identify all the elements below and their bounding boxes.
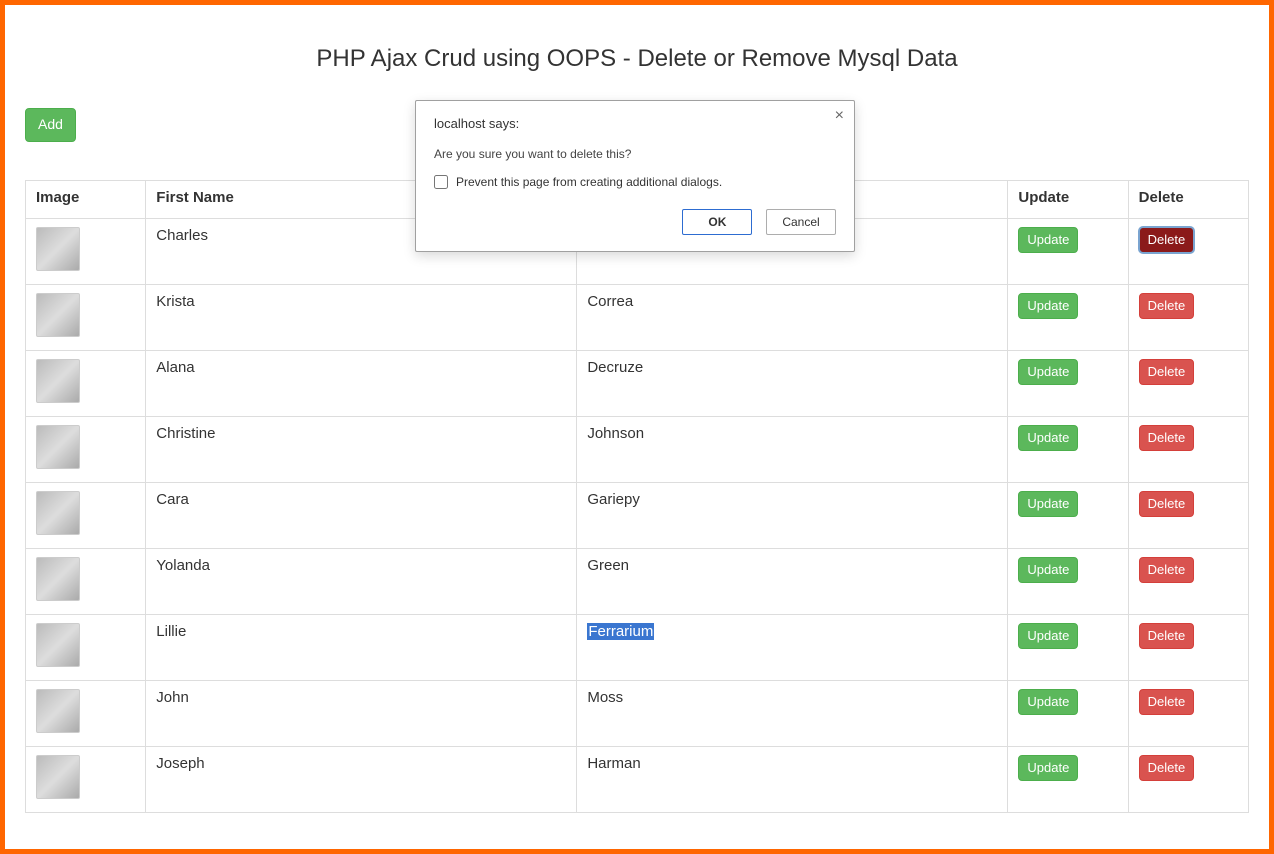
avatar xyxy=(36,755,80,799)
first-name-cell: Joseph xyxy=(146,746,577,812)
last-name-cell: Decruze xyxy=(577,350,1008,416)
avatar xyxy=(36,689,80,733)
table-row: AlanaDecruze Update Delete xyxy=(26,350,1249,416)
last-name-cell: Gariepy xyxy=(577,482,1008,548)
first-name-cell: Cara xyxy=(146,482,577,548)
col-header-update: Update xyxy=(1008,180,1128,218)
update-button[interactable]: Update xyxy=(1018,227,1078,253)
update-button[interactable]: Update xyxy=(1018,425,1078,451)
selected-text: Ferrarium xyxy=(587,623,654,640)
table-row: CaraGariepy Update Delete xyxy=(26,482,1249,548)
ok-button[interactable]: OK xyxy=(682,209,752,235)
prevent-dialogs-option[interactable]: Prevent this page from creating addition… xyxy=(434,175,836,189)
first-name-cell: Yolanda xyxy=(146,548,577,614)
update-button[interactable]: Update xyxy=(1018,359,1078,385)
last-name-cell: Correa xyxy=(577,284,1008,350)
add-button[interactable]: Add xyxy=(25,108,76,142)
first-name-cell: John xyxy=(146,680,577,746)
confirm-dialog: localhost says: × Are you sure you want … xyxy=(415,100,855,252)
delete-button[interactable]: Delete xyxy=(1139,425,1195,451)
last-name-cell: Johnson xyxy=(577,416,1008,482)
avatar xyxy=(36,293,80,337)
close-icon[interactable]: × xyxy=(835,107,844,125)
avatar xyxy=(36,425,80,469)
cancel-button[interactable]: Cancel xyxy=(766,209,836,235)
delete-button[interactable]: Delete xyxy=(1139,491,1195,517)
last-name-cell: Moss xyxy=(577,680,1008,746)
avatar xyxy=(36,557,80,601)
delete-button[interactable]: Delete xyxy=(1139,557,1195,583)
avatar xyxy=(36,623,80,667)
table-row: JosephHarman Update Delete xyxy=(26,746,1249,812)
dialog-title: localhost says: xyxy=(434,116,519,131)
first-name-cell: Lillie xyxy=(146,614,577,680)
table-row: JohnMoss Update Delete xyxy=(26,680,1249,746)
prevent-dialogs-checkbox[interactable] xyxy=(434,175,448,189)
update-button[interactable]: Update xyxy=(1018,689,1078,715)
table-row: YolandaGreen Update Delete xyxy=(26,548,1249,614)
delete-button[interactable]: Delete xyxy=(1139,755,1195,781)
delete-button[interactable]: Delete xyxy=(1139,227,1195,253)
last-name-cell: Ferrarium xyxy=(577,614,1008,680)
table-row: KristaCorrea Update Delete xyxy=(26,284,1249,350)
page-title: PHP Ajax Crud using OOPS - Delete or Rem… xyxy=(25,45,1249,73)
avatar xyxy=(36,359,80,403)
avatar xyxy=(36,227,80,271)
table-row: Lillie Ferrarium Update Delete xyxy=(26,614,1249,680)
delete-button[interactable]: Delete xyxy=(1139,293,1195,319)
avatar xyxy=(36,491,80,535)
last-name-cell: Harman xyxy=(577,746,1008,812)
first-name-cell: Krista xyxy=(146,284,577,350)
update-button[interactable]: Update xyxy=(1018,755,1078,781)
delete-button[interactable]: Delete xyxy=(1139,689,1195,715)
update-button[interactable]: Update xyxy=(1018,293,1078,319)
first-name-cell: Christine xyxy=(146,416,577,482)
first-name-cell: Alana xyxy=(146,350,577,416)
dialog-message: Are you sure you want to delete this? xyxy=(434,147,836,161)
last-name-cell: Green xyxy=(577,548,1008,614)
col-header-image: Image xyxy=(26,180,146,218)
update-button[interactable]: Update xyxy=(1018,623,1078,649)
table-row: ChristineJohnson Update Delete xyxy=(26,416,1249,482)
update-button[interactable]: Update xyxy=(1018,557,1078,583)
users-table: Image First Name Last Name Update Delete… xyxy=(25,180,1249,813)
col-header-delete: Delete xyxy=(1128,180,1248,218)
delete-button[interactable]: Delete xyxy=(1139,623,1195,649)
update-button[interactable]: Update xyxy=(1018,491,1078,517)
prevent-dialogs-label: Prevent this page from creating addition… xyxy=(456,175,722,189)
delete-button[interactable]: Delete xyxy=(1139,359,1195,385)
